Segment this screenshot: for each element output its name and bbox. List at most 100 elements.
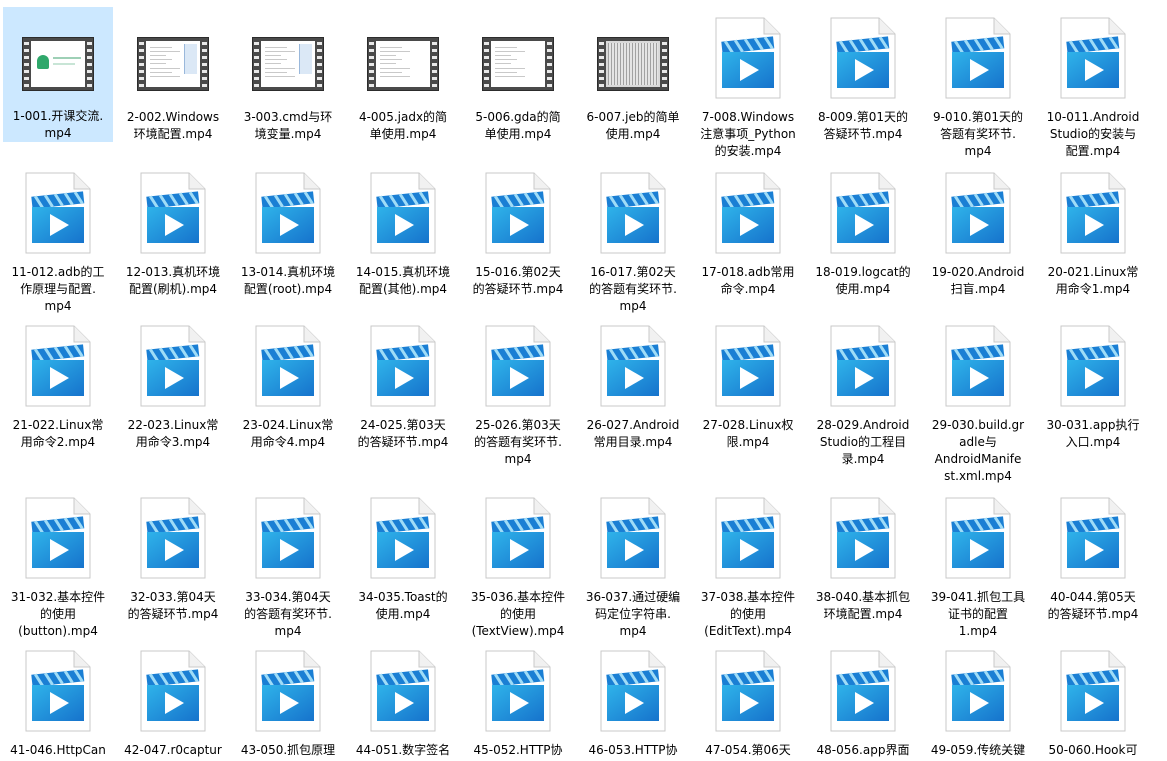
file-name: 21-022.Linux常 用命令2.mp4 (12, 418, 104, 449)
file-item[interactable]: 34-035.Toast的 使用.mp4 (348, 487, 458, 623)
file-item[interactable]: 48-056.app界面 (808, 640, 918, 759)
file-item[interactable]: 11-012.adb的工 作原理与配置. mp4 (3, 162, 113, 315)
mp4-file-icon (589, 168, 677, 258)
file-item[interactable]: 46-053.HTTP协 (578, 640, 688, 759)
file-item[interactable]: 15-016.第02天 的答疑环节.mp4 (463, 162, 573, 298)
mp4-file-icon (945, 325, 1011, 407)
file-item[interactable]: 40-044.第05天 的答疑环节.mp4 (1038, 487, 1148, 623)
file-item[interactable]: 27-028.Linux权 限.mp4 (693, 315, 803, 451)
file-item[interactable]: 18-019.logcat的 使用.mp4 (808, 162, 918, 298)
video-thumbnail (367, 37, 439, 91)
file-name: 17-018.adb常用 命令.mp4 (701, 265, 795, 296)
mp4-file-icon (1049, 321, 1137, 411)
file-name: 34-035.Toast的 使用.mp4 (358, 590, 448, 621)
mp4-file-icon (819, 13, 907, 103)
file-item[interactable]: 39-041.抓包工具 证书的配置 1.mp4 (923, 487, 1033, 640)
file-name: 28-029.Android Studio的工程目 录.mp4 (816, 418, 910, 466)
mp4-file-icon (819, 493, 907, 583)
mp4-file-icon (370, 325, 436, 407)
file-name: 19-020.Android 扫盲.mp4 (931, 265, 1025, 296)
mp4-file-icon (934, 321, 1022, 411)
file-item[interactable]: 47-054.第06天 (693, 640, 803, 759)
video-thumbnail (137, 37, 209, 91)
mp4-file-icon (255, 497, 321, 579)
mp4-file-icon (255, 172, 321, 254)
file-item[interactable]: 23-024.Linux常 用命令4.mp4 (233, 315, 343, 451)
file-item[interactable]: 17-018.adb常用 命令.mp4 (693, 162, 803, 298)
file-item[interactable]: 29-030.build.gr adle与 AndroidManife st.x… (923, 315, 1033, 485)
file-item[interactable]: 43-050.抓包原理 (233, 640, 343, 759)
mp4-file-icon (359, 646, 447, 736)
file-item[interactable]: 36-037.通过硬编 码定位字符串. mp4 (578, 487, 688, 640)
file-item[interactable]: 6-007.jeb的简单 使用.mp4 (578, 7, 688, 143)
file-item[interactable]: 26-027.Android 常用目录.mp4 (578, 315, 688, 451)
video-thumbnail (22, 36, 94, 91)
mp4-file-icon (819, 168, 907, 258)
mp4-file-icon (945, 172, 1011, 254)
file-item[interactable]: 21-022.Linux常 用命令2.mp4 (3, 315, 113, 451)
mp4-file-icon (1060, 325, 1126, 407)
file-item[interactable]: 20-021.Linux常 用命令1.mp4 (1038, 162, 1148, 298)
file-item[interactable]: 19-020.Android 扫盲.mp4 (923, 162, 1033, 298)
file-name: 44-051.数字签名 (355, 743, 451, 757)
file-item[interactable]: 24-025.第03天 的答疑环节.mp4 (348, 315, 458, 451)
file-item[interactable]: 2-002.Windows 环境配置.mp4 (118, 7, 228, 143)
file-item[interactable]: 28-029.Android Studio的工程目 录.mp4 (808, 315, 918, 468)
mp4-file-icon (244, 493, 332, 583)
video-thumbnail (359, 13, 447, 103)
file-name: 22-023.Linux常 用命令3.mp4 (127, 418, 219, 449)
file-item[interactable]: 4-005.jadx的简 单使用.mp4 (348, 7, 458, 143)
file-item[interactable]: 8-009.第01天的 答疑环节.mp4 (808, 7, 918, 143)
file-item[interactable]: 31-032.基本控件 的使用 (button).mp4 (3, 487, 113, 640)
mp4-file-icon (140, 497, 206, 579)
mp4-file-icon (485, 497, 551, 579)
mp4-file-icon (485, 325, 551, 407)
mp4-file-icon (485, 172, 551, 254)
file-name: 1-001.开课交流. mp4 (12, 109, 104, 140)
mp4-file-icon (704, 321, 792, 411)
file-item[interactable]: 9-010.第01天的 答题有奖环节. mp4 (923, 7, 1033, 160)
file-item[interactable]: 35-036.基本控件 的使用 (TextView).mp4 (463, 487, 573, 640)
file-item[interactable]: 7-008.Windows 注意事项_Python 的安装.mp4 (693, 7, 803, 160)
file-name: 31-032.基本控件 的使用 (button).mp4 (10, 590, 106, 638)
file-item[interactable]: 32-033.第04天 的答疑环节.mp4 (118, 487, 228, 623)
file-item[interactable]: 30-031.app执行 入口.mp4 (1038, 315, 1148, 451)
file-item[interactable]: 10-011.Android Studio的安装与 配置.mp4 (1038, 7, 1148, 160)
file-item[interactable]: 42-047.r0captur (118, 640, 228, 759)
mp4-file-icon (715, 650, 781, 732)
file-item[interactable]: 13-014.真机环境 配置(root).mp4 (233, 162, 343, 298)
file-item[interactable]: 41-046.HttpCan (3, 640, 113, 759)
file-item[interactable]: 22-023.Linux常 用命令3.mp4 (118, 315, 228, 451)
mp4-file-icon (830, 17, 896, 99)
file-item[interactable]: 44-051.数字签名 (348, 640, 458, 759)
file-item[interactable]: 16-017.第02天 的答题有奖环节. mp4 (578, 162, 688, 315)
mp4-file-icon (370, 497, 436, 579)
file-item[interactable]: 45-052.HTTP协 (463, 640, 573, 759)
file-item[interactable]: 38-040.基本抓包 环境配置.mp4 (808, 487, 918, 623)
file-item[interactable]: 1-001.开课交流. mp4 (3, 7, 113, 142)
file-item[interactable]: 25-026.第03天 的答题有奖环节. mp4 (463, 315, 573, 468)
mp4-file-icon (14, 321, 102, 411)
file-name: 9-010.第01天的 答题有奖环节. mp4 (933, 110, 1023, 158)
file-item[interactable]: 49-059.传统关键 (923, 640, 1033, 759)
mp4-file-icon (1060, 17, 1126, 99)
file-item[interactable]: 12-013.真机环境 配置(刷机).mp4 (118, 162, 228, 298)
mp4-file-icon (830, 650, 896, 732)
mp4-file-icon (589, 493, 677, 583)
file-item[interactable]: 14-015.真机环境 配置(其他).mp4 (348, 162, 458, 298)
mp4-file-icon (819, 321, 907, 411)
file-item[interactable]: 33-034.第04天 的答题有奖环节. mp4 (233, 487, 343, 640)
mp4-file-icon (945, 17, 1011, 99)
video-thumbnail (252, 37, 324, 91)
mp4-file-icon (370, 650, 436, 732)
file-item[interactable]: 50-060.Hook可 (1038, 640, 1148, 759)
mp4-file-icon (715, 172, 781, 254)
file-name: 43-050.抓包原理 (240, 743, 336, 757)
file-item[interactable]: 5-006.gda的简 单使用.mp4 (463, 7, 573, 143)
mp4-file-icon (140, 325, 206, 407)
file-name: 38-040.基本抓包 环境配置.mp4 (815, 590, 911, 621)
mp4-file-icon (830, 172, 896, 254)
file-name: 25-026.第03天 的答题有奖环节. mp4 (474, 418, 562, 466)
file-item[interactable]: 3-003.cmd与环 境变量.mp4 (233, 7, 343, 143)
file-item[interactable]: 37-038.基本控件 的使用 (EditText).mp4 (693, 487, 803, 640)
